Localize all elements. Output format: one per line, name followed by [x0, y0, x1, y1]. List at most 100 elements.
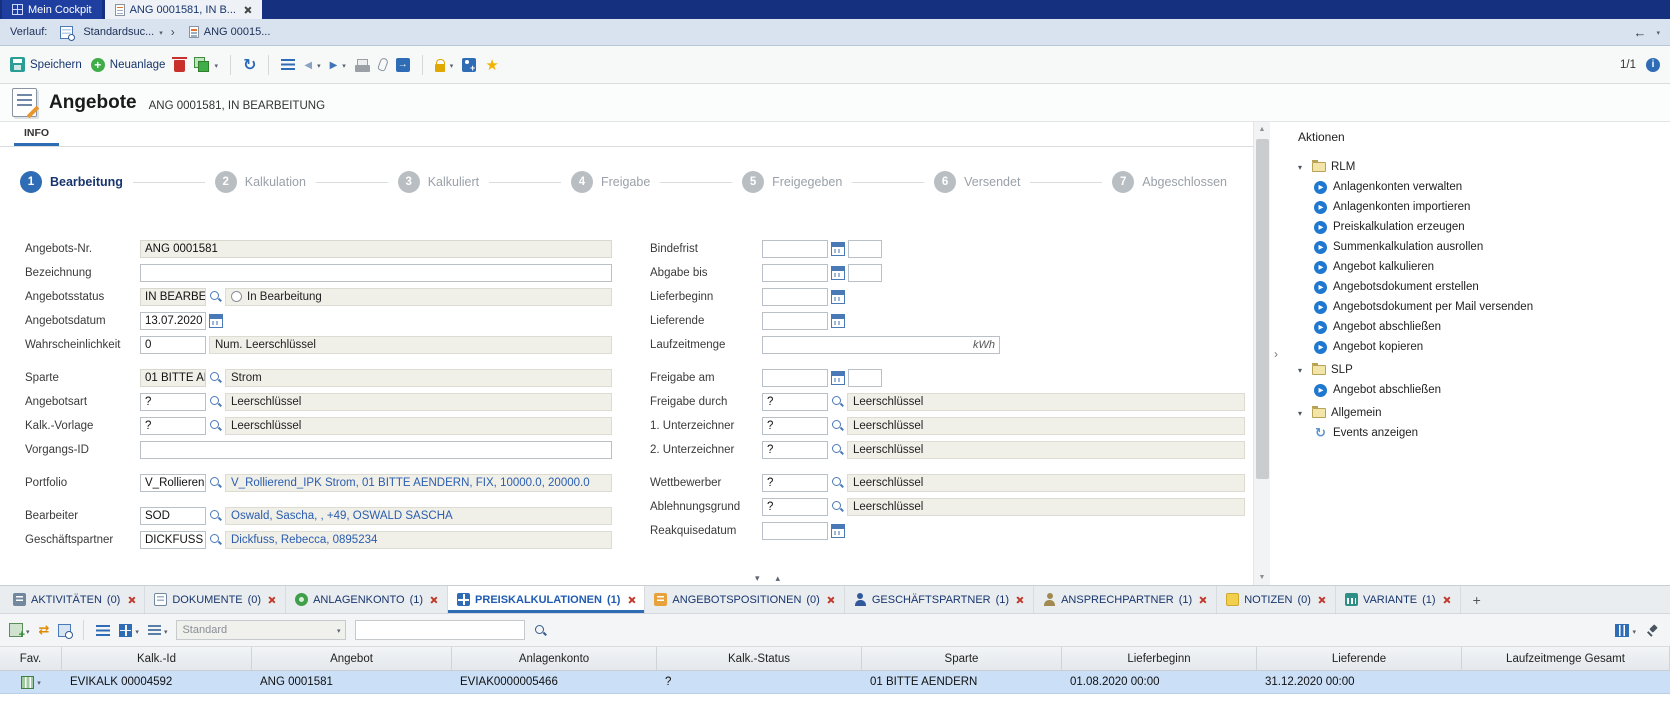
field-input[interactable]	[762, 369, 828, 387]
chevron-down-icon[interactable]	[1298, 407, 1307, 419]
chevron-down-icon[interactable]	[1298, 364, 1307, 376]
chevron-down-icon[interactable]	[450, 59, 454, 71]
action-item[interactable]: Angebot kalkulieren	[1298, 257, 1670, 277]
action-item[interactable]: Angebot abschließen	[1298, 317, 1670, 337]
refresh-button[interactable]	[243, 55, 256, 75]
action-item[interactable]: Anlagenkonten importieren	[1298, 197, 1670, 217]
action-item[interactable]: Angebotsdokument per Mail versenden	[1298, 297, 1670, 317]
filter-input[interactable]	[355, 620, 525, 640]
bottom-tab[interactable]: ANSPRECHPARTNER (1)	[1034, 586, 1217, 613]
panel-collapse-hand[interactable]	[1270, 122, 1282, 585]
info-icon[interactable]	[1646, 58, 1660, 72]
scrollbar-up-arrow[interactable]	[1259, 122, 1266, 137]
bottom-tab[interactable]: VARIANTE (1)	[1336, 586, 1461, 613]
chevron-down-icon[interactable]	[317, 59, 321, 71]
chevron-down-icon[interactable]	[159, 26, 163, 38]
lookup-icon[interactable]	[209, 509, 222, 522]
new-record-button[interactable]: Neuanlage	[91, 58, 166, 72]
bottom-tab[interactable]: GESCHÄFTSPARTNER (1)	[845, 586, 1034, 613]
field-input[interactable]: ANG 0001581	[140, 240, 612, 258]
calendar-icon[interactable]	[831, 266, 845, 280]
calendar-icon[interactable]	[831, 290, 845, 304]
field-input[interactable]: ?	[762, 498, 828, 516]
status-step[interactable]: 6 Versendet	[934, 171, 1112, 193]
action-group-header[interactable]: RLM	[1298, 157, 1670, 177]
field-input[interactable]: DICKFUSS R	[140, 531, 206, 549]
action-item[interactable]: Summenkalkulation ausrollen	[1298, 237, 1670, 257]
status-step[interactable]: 3 Kalkuliert	[398, 171, 571, 193]
lookup-icon[interactable]	[209, 290, 222, 303]
scrollbar-down-arrow[interactable]	[1259, 570, 1266, 585]
lookup-icon[interactable]	[831, 443, 844, 456]
field-input[interactable]: 01 BITTE AE	[140, 369, 206, 387]
lookup-icon[interactable]	[831, 500, 844, 513]
add-tab-button[interactable]: +	[1461, 586, 1493, 613]
field-input[interactable]	[762, 264, 828, 282]
close-tab-icon[interactable]	[127, 596, 135, 604]
lookup-icon[interactable]	[831, 476, 844, 489]
lock-button[interactable]	[435, 58, 454, 72]
column-header[interactable]: Laufzeitmenge Gesamt	[1462, 647, 1670, 670]
close-tab-icon[interactable]	[827, 596, 835, 604]
lookup-icon[interactable]	[209, 395, 222, 408]
duplicate-button[interactable]	[194, 57, 218, 72]
field-input[interactable]: ?	[762, 474, 828, 492]
field-input[interactable]: 13.07.2020	[140, 312, 206, 330]
close-tab-icon[interactable]	[1443, 596, 1451, 604]
grid-menu-button[interactable]	[96, 625, 110, 636]
field-input[interactable]: ?	[762, 417, 828, 435]
action-group-header[interactable]: Allgemein	[1298, 403, 1670, 423]
list-view-button[interactable]	[148, 623, 168, 637]
bottom-tab[interactable]: DOKUMENTE (0)	[145, 586, 286, 613]
grid-new-record-button[interactable]	[9, 623, 30, 637]
close-tab-icon[interactable]	[1199, 596, 1207, 604]
nav-forward-button[interactable]	[330, 59, 346, 71]
chevron-down-icon[interactable]	[26, 623, 30, 637]
action-item[interactable]: Anlagenkonten verwalten	[1298, 177, 1670, 197]
pin-panel-button[interactable]	[1646, 624, 1659, 637]
field-input[interactable]: V_Rollierend	[140, 474, 206, 492]
scroll-up-icon[interactable]	[776, 570, 781, 584]
bottom-tab[interactable]: ANLAGENKONTO (1)	[286, 586, 448, 613]
field-input[interactable]: 0	[140, 336, 206, 354]
window-tab[interactable]: Mein Cockpit	[2, 0, 102, 19]
menu-button[interactable]	[281, 59, 295, 70]
status-step[interactable]: 7 Abgeschlossen	[1112, 171, 1227, 193]
column-header[interactable]: Angebot	[252, 647, 452, 670]
vertical-scrollbar[interactable]	[1253, 122, 1270, 585]
bottom-tab[interactable]: NOTIZEN (0)	[1217, 586, 1336, 613]
attachment-button[interactable]	[379, 58, 387, 71]
close-icon[interactable]	[244, 6, 252, 14]
chevron-down-icon[interactable]	[1656, 26, 1660, 38]
scrollbar-thumb[interactable]	[1256, 139, 1269, 479]
back-arrow-icon[interactable]	[1633, 25, 1646, 40]
time-input[interactable]	[848, 369, 882, 387]
table-row[interactable]: EVIKALK 00004592ANG 0001581EVIAK00000054…	[0, 671, 1670, 694]
status-step[interactable]: 2 Kalkulation	[215, 171, 398, 193]
bottom-tab[interactable]: ANGEBOTSPOSITIONEN (0)	[645, 586, 844, 613]
assign-button[interactable]	[462, 58, 476, 72]
close-tab-icon[interactable]	[268, 596, 276, 604]
bottom-tab[interactable]: PREISKALKULATIONEN (1)	[448, 586, 645, 613]
scroll-down-icon[interactable]	[755, 570, 760, 584]
column-header[interactable]: Lieferbeginn	[1062, 647, 1257, 670]
print-button[interactable]	[355, 58, 370, 72]
lookup-icon[interactable]	[831, 395, 844, 408]
window-tab[interactable]: ANG 0001581, IN B...	[105, 0, 262, 19]
chevron-down-icon[interactable]	[1298, 161, 1307, 173]
chevron-down-icon[interactable]	[164, 623, 168, 637]
close-tab-icon[interactable]	[1016, 596, 1024, 604]
status-step[interactable]: 5 Freigegeben	[742, 171, 934, 193]
column-chooser-button[interactable]	[1615, 623, 1636, 637]
field-input[interactable]: ?	[762, 393, 828, 411]
field-input[interactable]: SOD	[140, 507, 206, 525]
export-button[interactable]	[396, 58, 410, 72]
close-tab-icon[interactable]	[627, 596, 635, 604]
field-input[interactable]	[140, 264, 612, 282]
column-header[interactable]: Kalk.-Id	[62, 647, 252, 670]
field-input[interactable]: ?	[140, 417, 206, 435]
field-input[interactable]	[140, 441, 612, 459]
lookup-icon[interactable]	[209, 533, 222, 546]
grid-search-button[interactable]	[58, 624, 71, 637]
field-input[interactable]: kWh	[762, 336, 1000, 354]
